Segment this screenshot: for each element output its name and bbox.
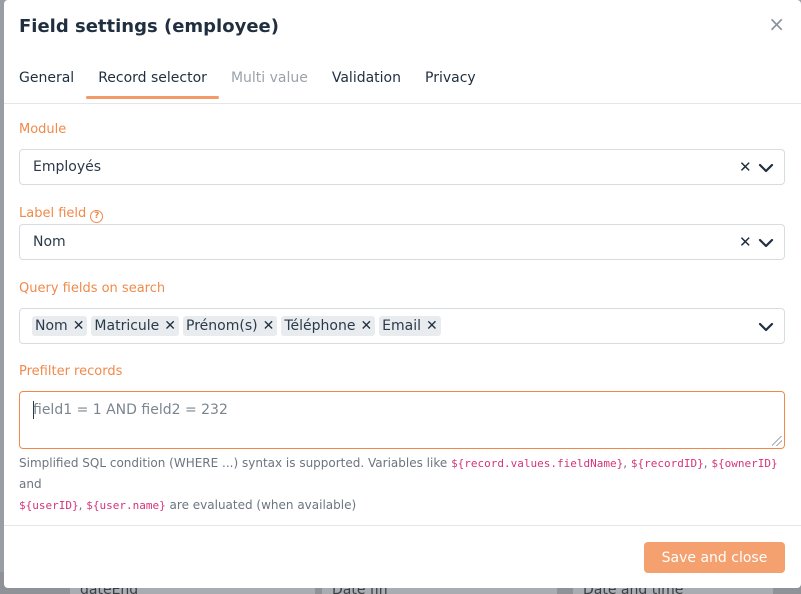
field-settings-modal: Field settings (employee) × General Reco… — [4, 0, 801, 588]
chip-matricule: Matricule ✕ — [91, 316, 180, 336]
tab-record-selector[interactable]: Record selector — [86, 70, 219, 99]
chevron-down-icon[interactable] — [757, 318, 775, 336]
prefilter-help-text: Simplified SQL condition (WHERE ...) syn… — [19, 456, 778, 512]
modal-title: Field settings (employee) — [19, 16, 279, 37]
save-and-close-button[interactable]: Save and close — [644, 542, 785, 573]
chip-nom: Nom ✕ — [32, 316, 88, 336]
tab-general[interactable]: General — [19, 70, 86, 96]
query-fields-multiselect[interactable]: Nom ✕ Matricule ✕ Prénom(s) ✕ Téléphone ✕ Em… — [19, 308, 785, 344]
module-value: Employés — [33, 159, 102, 175]
prefilter-placeholder: field1 = 1 AND field2 = 232 — [33, 402, 228, 418]
resize-handle-icon[interactable] — [772, 436, 782, 446]
tab-multi-value: Multi value — [230, 70, 308, 86]
label-field-value: Nom — [33, 234, 66, 250]
remove-chip-icon[interactable]: ✕ — [164, 318, 176, 334]
remove-chip-icon[interactable]: ✕ — [73, 318, 85, 334]
close-icon[interactable]: × — [768, 12, 785, 36]
tab-bar: General Record selector Multi value Vali… — [19, 70, 488, 99]
footer-divider — [4, 525, 801, 526]
chevron-down-icon[interactable] — [757, 234, 775, 252]
clear-label-field-icon[interactable]: ✕ — [739, 233, 752, 251]
query-fields-label: Query fields on search — [19, 281, 166, 296]
clear-module-icon[interactable]: ✕ — [739, 158, 752, 176]
label-field-label: Label field? — [19, 206, 104, 223]
prefilter-textarea[interactable]: field1 = 1 AND field2 = 232 — [19, 391, 785, 449]
chip-telephone: Téléphone ✕ — [281, 316, 376, 336]
tab-divider — [4, 103, 801, 104]
question-circle-icon[interactable]: ? — [90, 210, 104, 223]
chevron-down-icon[interactable] — [757, 159, 775, 177]
module-label: Module — [19, 122, 67, 137]
prefilter-label: Prefilter records — [19, 364, 123, 379]
chip-prenoms: Prénom(s) ✕ — [183, 316, 278, 336]
text-cursor — [33, 401, 34, 419]
module-select[interactable]: Employés ✕ — [19, 149, 785, 185]
remove-chip-icon[interactable]: ✕ — [426, 318, 438, 334]
remove-chip-icon[interactable]: ✕ — [360, 318, 372, 334]
tab-privacy[interactable]: Privacy — [413, 70, 488, 96]
chip-list: Nom ✕ Matricule ✕ Prénom(s) ✕ Téléphone ✕ Em… — [32, 316, 445, 336]
chip-email: Email ✕ — [379, 316, 441, 336]
label-field-select[interactable]: Nom ✕ — [19, 224, 785, 260]
tab-validation[interactable]: Validation — [320, 70, 413, 96]
remove-chip-icon[interactable]: ✕ — [263, 318, 275, 334]
